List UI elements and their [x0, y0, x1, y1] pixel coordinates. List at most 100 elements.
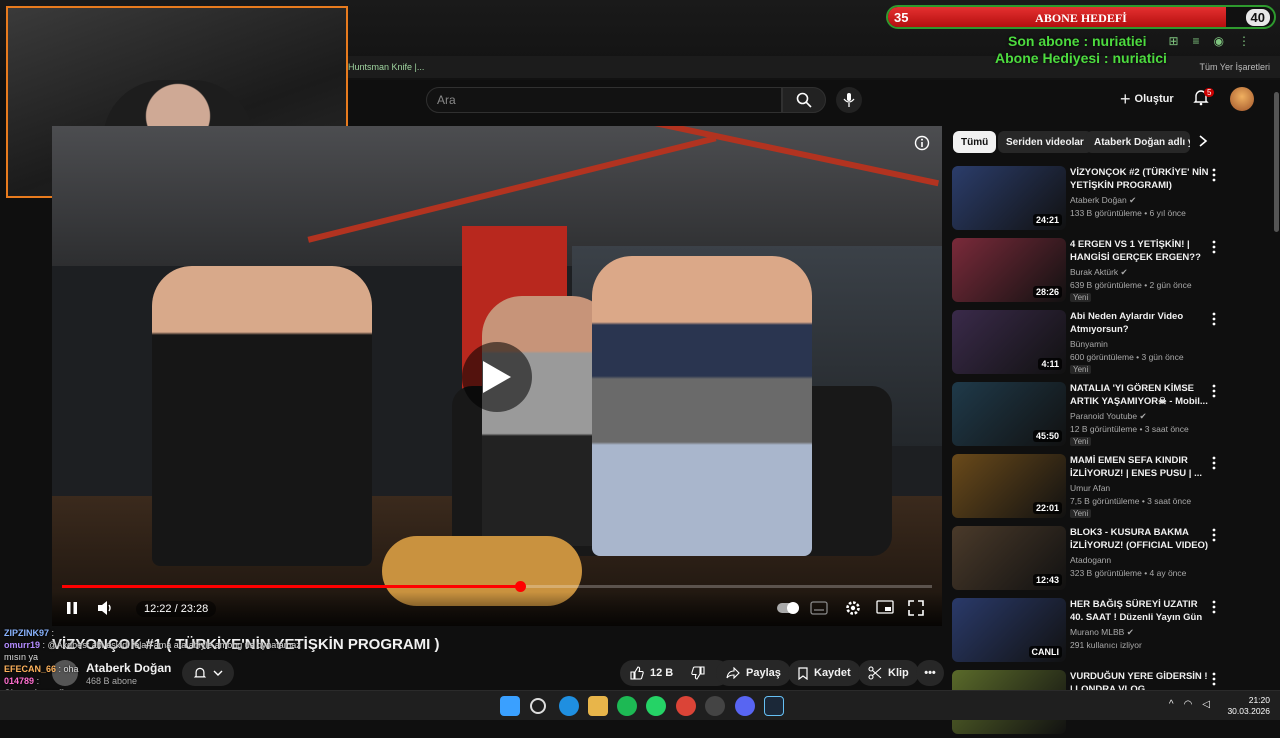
page-scrollbar[interactable] — [1274, 92, 1279, 232]
edge-icon[interactable] — [559, 696, 579, 716]
recommendation-item[interactable]: 12:43 BLOK3 - KUSURA BAKMA İZLİYORUZ! (O… — [952, 526, 1242, 594]
save-button[interactable]: Kaydet — [788, 660, 861, 686]
bookmark-item[interactable]: Huntsman Knife |... — [348, 62, 424, 72]
new-badge: Yeni — [1070, 365, 1092, 374]
folder-icon[interactable] — [588, 696, 608, 716]
recommendation-menu-button[interactable] — [1212, 672, 1216, 691]
recommendation-menu-button[interactable] — [1212, 528, 1216, 547]
wifi-icon[interactable]: ◠ — [1184, 699, 1193, 710]
speaker-icon[interactable]: ◁ — [1202, 699, 1210, 710]
recommendation-menu-button[interactable] — [1212, 456, 1216, 475]
chat-username[interactable]: omurr19 — [4, 640, 40, 650]
whatsapp-icon[interactable] — [646, 696, 666, 716]
subscription-bell-button[interactable] — [182, 660, 234, 686]
recommendation-channel[interactable]: Murano MLBB ✔ — [1070, 627, 1134, 638]
progress-bar[interactable] — [62, 581, 932, 592]
chat-username[interactable]: 014789 — [4, 676, 34, 686]
recommendation-item[interactable]: 24:21 VİZYONÇOK #2 (TÜRKİYE' NİN YETİŞKİ… — [952, 166, 1242, 234]
share-icon — [726, 667, 740, 679]
fullscreen-button[interactable] — [908, 600, 924, 621]
recommendation-item[interactable]: CANLI HER BAĞIŞ SÜREYİ UZATIR 40. SAAT !… — [952, 598, 1242, 666]
voice-search-button[interactable] — [836, 87, 862, 113]
chip-channel[interactable]: Ataberk Doğan adlı yü — [1086, 131, 1190, 153]
search-input[interactable]: Ara — [426, 87, 782, 113]
taskbar-clock[interactable]: 21:20 30.03.2026 — [1227, 695, 1270, 717]
profile-icon[interactable]: ◉ — [1214, 34, 1224, 48]
recommendation-channel[interactable]: Ataberk Doğan ✔ — [1070, 195, 1136, 206]
chat-username[interactable]: ZIPZINK97 — [4, 628, 49, 638]
video-player[interactable]: 12:22 / 23:28 — [52, 126, 942, 626]
miniplayer-button[interactable] — [876, 600, 894, 619]
recommendation-title[interactable]: BLOK3 - KUSURA BAKMA İZLİYORUZ! (OFFICIA… — [1070, 526, 1210, 552]
like-button[interactable]: 12 B — [630, 666, 673, 680]
account-avatar[interactable] — [1230, 87, 1254, 111]
dislike-button[interactable] — [691, 666, 705, 680]
center-play-button[interactable] — [462, 342, 532, 412]
menu-icon[interactable]: ≡ — [1193, 34, 1200, 48]
volume-button[interactable] — [96, 600, 114, 621]
discord-icon[interactable] — [735, 696, 755, 716]
steam-icon[interactable] — [764, 696, 784, 716]
more-actions-button[interactable]: ••• — [916, 660, 944, 686]
recommendation-item[interactable]: 22:01 MAMİ EMEN SEFA KINDIR İZLİYORUZ! |… — [952, 454, 1242, 522]
chrome-icon[interactable] — [676, 696, 696, 716]
chips-next-button[interactable] — [1198, 134, 1208, 153]
search-button[interactable] — [782, 87, 826, 113]
channel-subscriber-count: 468 B abone — [86, 676, 138, 686]
kebab-icon — [1212, 456, 1216, 470]
recommendation-menu-button[interactable] — [1212, 168, 1216, 187]
recommendation-title[interactable]: 4 ERGEN VS 1 YETİŞKİN! | HANGİSİ GERÇEK … — [1070, 238, 1210, 265]
kebab-icon — [1212, 672, 1216, 686]
recommendation-channel[interactable]: Bünyamin — [1070, 339, 1108, 349]
chip-series[interactable]: Seriden videolar — [998, 131, 1092, 153]
kebab-icon[interactable]: ⋮ — [1238, 34, 1250, 48]
recommendation-meta: 323 B görüntüleme • 4 ay önce — [1070, 568, 1187, 578]
all-bookmarks-link[interactable]: Tüm Yer İşaretleri — [1199, 62, 1270, 72]
recommendation-menu-button[interactable] — [1212, 384, 1216, 403]
recommendation-title[interactable]: VİZYONÇOK #2 (TÜRKİYE' NİN YETİŞKİN PROG… — [1070, 166, 1210, 192]
recommendation-menu-button[interactable] — [1212, 312, 1216, 331]
recommendation-menu-button[interactable] — [1212, 240, 1216, 259]
recommendation-item[interactable]: 28:26 4 ERGEN VS 1 YETİŞKİN! | HANGİSİ G… — [952, 238, 1242, 306]
extension-icon[interactable]: ⊞ — [1168, 34, 1178, 48]
info-button[interactable] — [914, 135, 930, 156]
channel-name[interactable]: Ataberk Doğan — [86, 661, 171, 675]
recommendation-title[interactable]: NATALIA 'YI GÖREN KİMSE ARTIK YAŞAMIYOR☠… — [1070, 382, 1210, 408]
taskbar-search-icon[interactable] — [530, 698, 546, 714]
recommendation-item[interactable]: 4:11 Abi Neden Aylardır Video Atmıyorsun… — [952, 310, 1242, 378]
chip-all[interactable]: Tümü — [953, 131, 997, 153]
recommendation-channel[interactable]: Paranoid Youtube ✔ — [1070, 411, 1147, 422]
video-thumbnail[interactable]: 45:50 — [952, 382, 1066, 446]
spotify-icon[interactable] — [617, 696, 637, 716]
chat-message: 014789 : — [4, 676, 39, 686]
clip-button[interactable]: Klip — [858, 660, 919, 686]
recommendation-title[interactable]: HER BAĞIŞ SÜREYİ UZATIR 40. SAAT ! Düzen… — [1070, 598, 1210, 625]
chevron-up-icon[interactable]: ^ — [1169, 699, 1174, 710]
share-button[interactable]: Paylaş — [716, 660, 791, 686]
video-thumbnail[interactable]: 22:01 — [952, 454, 1066, 518]
recommendation-item[interactable]: 45:50 NATALIA 'YI GÖREN KİMSE ARTIK YAŞA… — [952, 382, 1242, 450]
settings-button[interactable] — [844, 599, 862, 622]
recommendation-menu-button[interactable] — [1212, 600, 1216, 619]
video-thumbnail[interactable]: 4:11 — [952, 310, 1066, 374]
video-thumbnail[interactable]: 12:43 — [952, 526, 1066, 590]
subtitles-button[interactable] — [810, 601, 828, 620]
video-thumbnail[interactable]: 28:26 — [952, 238, 1066, 302]
recommendation-title[interactable]: Abi Neden Aylardır Video Atmıyorsun? — [1070, 310, 1210, 336]
new-badge: Yeni — [1070, 509, 1092, 518]
recommendation-meta: 133 B görüntüleme • 6 yıl önce — [1070, 208, 1186, 218]
recommendation-channel[interactable]: Umur Afan — [1070, 483, 1110, 493]
obs-icon[interactable] — [705, 696, 725, 716]
autoplay-toggle[interactable] — [777, 601, 799, 619]
recommendation-channel[interactable]: Burak Aktürk ✔ — [1070, 267, 1128, 278]
pause-button[interactable] — [64, 600, 80, 621]
recommendation-meta: 639 B görüntüleme • 2 gün önce — [1070, 280, 1192, 290]
chat-username[interactable]: EFECAN_66 — [4, 664, 56, 674]
video-thumbnail[interactable]: CANLI — [952, 598, 1066, 662]
recommendation-channel[interactable]: Atadogann — [1070, 555, 1111, 565]
create-button[interactable]: + Oluştur — [1120, 88, 1174, 110]
recommendation-title[interactable]: MAMİ EMEN SEFA KINDIR İZLİYORUZ! | ENES … — [1070, 454, 1210, 480]
goal-target-count: 40 — [1245, 9, 1270, 26]
video-thumbnail[interactable]: 24:21 — [952, 166, 1066, 230]
start-icon[interactable] — [500, 696, 520, 716]
